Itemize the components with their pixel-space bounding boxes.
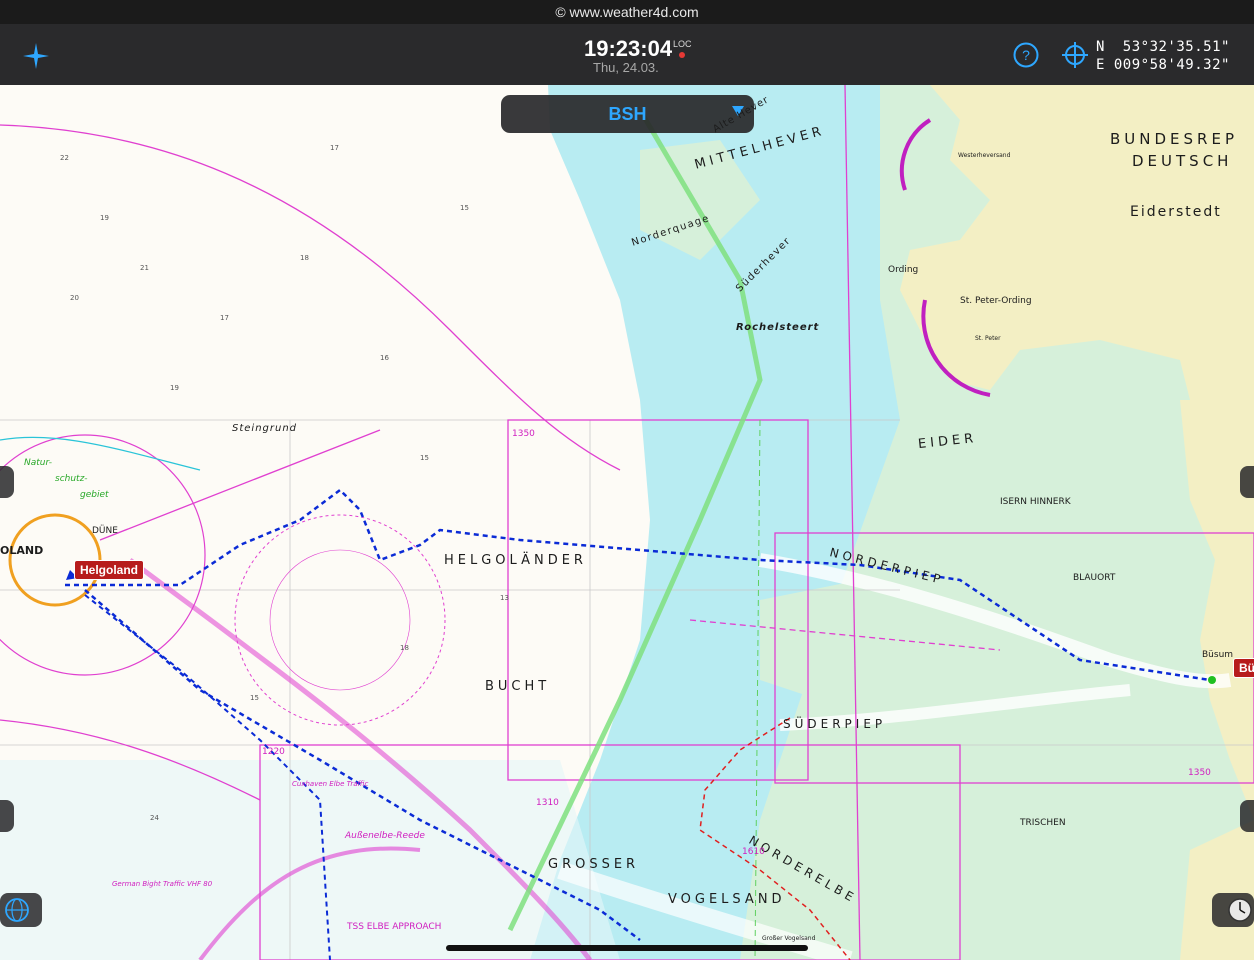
label-bundesrep: BUNDESREP bbox=[1110, 130, 1238, 148]
copyright-text: © www.weather4d.com bbox=[555, 4, 699, 20]
globe-icon bbox=[5, 898, 29, 922]
label-german-bight: German Bight Traffic VHF 80 bbox=[112, 880, 213, 888]
label-depth-1220: 1220 bbox=[262, 747, 285, 757]
svg-text:15: 15 bbox=[420, 454, 429, 462]
compass-star-icon[interactable] bbox=[22, 42, 50, 70]
label-depth-1350b: 1350 bbox=[1188, 768, 1211, 778]
helgoland-tag[interactable]: Helgoland bbox=[74, 560, 145, 580]
label-steingrund: Steingrund bbox=[232, 423, 298, 434]
label-isern-hinnerk: ISERN HINNERK bbox=[1000, 497, 1071, 507]
status-dot bbox=[679, 52, 685, 58]
label-westerheversand: Westerheversand bbox=[958, 152, 1011, 159]
label-vogelsand: VOGELSAND bbox=[668, 892, 786, 907]
svg-text:19: 19 bbox=[170, 384, 179, 392]
label-eiderstedt: Eiderstedt bbox=[1130, 204, 1222, 220]
label-helgolaender: HELGOLÄNDER bbox=[444, 553, 587, 568]
right-edge-handle-top[interactable] bbox=[1240, 466, 1254, 498]
clock-icon bbox=[1228, 898, 1252, 922]
help-icon[interactable]: ? bbox=[1013, 42, 1039, 68]
svg-text:22: 22 bbox=[60, 154, 69, 162]
label-deutsch: DEUTSCH bbox=[1132, 152, 1233, 170]
label-depth-1310: 1310 bbox=[536, 798, 559, 808]
svg-text:24: 24 bbox=[150, 814, 159, 822]
nautical-chart[interactable]: 22 19 21 17 18 16 15 15 24 18 13 20 19 17 15 bbox=[0, 0, 1254, 960]
svg-text:18: 18 bbox=[300, 254, 309, 262]
label-rochelsteert: Rochelsteert bbox=[736, 322, 820, 333]
clock-time: 19:23:04 bbox=[584, 36, 673, 61]
svg-text:21: 21 bbox=[140, 264, 149, 272]
svg-text:19: 19 bbox=[100, 214, 109, 222]
left-edge-handle-top[interactable] bbox=[0, 466, 14, 498]
label-blauort: BLAUORT bbox=[1073, 573, 1116, 583]
waypoint-busum bbox=[1208, 676, 1216, 684]
label-cuxhaven-traffic: Cuxhaven Elbe Traffic bbox=[292, 780, 369, 788]
left-edge-handle-bottom[interactable] bbox=[0, 800, 14, 832]
label-bucht: BUCHT bbox=[485, 679, 551, 694]
top-header: 19:23:04 LOC Thu, 24.03. ? N 53°32'35.51… bbox=[0, 24, 1254, 85]
svg-text:17: 17 bbox=[330, 144, 339, 152]
label-st-peter: St. Peter bbox=[975, 335, 1001, 342]
label-st-peter-ording: St. Peter-Ording bbox=[960, 296, 1032, 306]
label-trischen: TRISCHEN bbox=[1020, 818, 1066, 828]
buesum-tag[interactable]: Bü bbox=[1233, 658, 1254, 678]
home-indicator bbox=[446, 945, 808, 951]
svg-text:16: 16 bbox=[380, 354, 389, 362]
time-zone-label: LOC bbox=[673, 39, 692, 49]
longitude-readout: E 009°58'49.32" bbox=[1096, 57, 1230, 73]
label-depth-1350a: 1350 bbox=[512, 429, 535, 439]
svg-text:18: 18 bbox=[400, 644, 409, 652]
label-duene: DÜNE bbox=[92, 526, 118, 536]
label-buesum: Büsum bbox=[1202, 650, 1234, 660]
globe-button[interactable] bbox=[0, 893, 42, 927]
label-ording: Ording bbox=[888, 265, 919, 275]
copyright-bar: © www.weather4d.com bbox=[0, 0, 1254, 24]
svg-text:13: 13 bbox=[500, 594, 509, 602]
label-grosser-vogelsand: Großer Vogelsand bbox=[762, 935, 816, 942]
right-edge-handle-bottom[interactable] bbox=[1240, 800, 1254, 832]
label-aussenelbe-reede: Außenelbe-Reede bbox=[345, 831, 425, 841]
clock-date: Thu, 24.03. bbox=[593, 60, 659, 75]
label-tss: TSS ELBE APPROACH bbox=[347, 922, 442, 932]
label-suederpiep: SÜDERPIEP bbox=[783, 717, 887, 731]
label-gebiet: gebiet bbox=[80, 490, 109, 500]
latitude-readout: N 53°32'35.51" bbox=[1096, 39, 1230, 55]
label-oland: OLAND bbox=[0, 544, 44, 557]
svg-text:15: 15 bbox=[250, 694, 259, 702]
svg-text:20: 20 bbox=[70, 294, 79, 302]
svg-text:15: 15 bbox=[460, 204, 469, 212]
label-grosser: GROSSER bbox=[548, 857, 640, 872]
label-schutz: schutz- bbox=[55, 474, 88, 484]
label-natur: Natur- bbox=[24, 458, 52, 468]
crosshair-icon[interactable] bbox=[1061, 41, 1089, 69]
clock-button[interactable] bbox=[1212, 893, 1254, 927]
label-depth-1610: 1610 bbox=[742, 847, 765, 857]
svg-text:17: 17 bbox=[220, 314, 229, 322]
svg-text:?: ? bbox=[1022, 47, 1030, 63]
